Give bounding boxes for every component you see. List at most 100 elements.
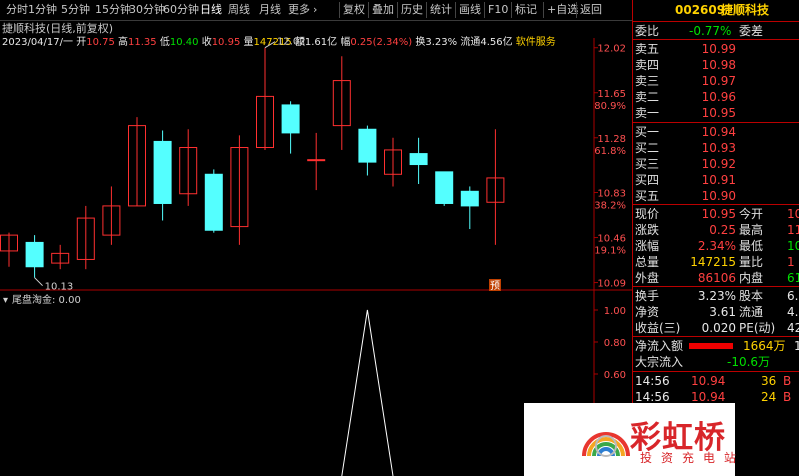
toolbar-action-0[interactable]: 复权 [343,3,365,17]
toolbar-separator [543,2,544,18]
panel-row: 买五 10.90 [633,188,799,204]
bid-label: 买一 [635,125,660,139]
toolbar-action-5[interactable]: F10 [488,3,508,17]
toolbar-action-7[interactable]: +自选 [547,3,578,17]
candle-body [204,173,223,231]
fin-value: 3.23% [697,289,736,303]
panel-row: 收益(三) 0.020 PE(动) 42 [633,320,799,336]
tick-price: 10.94 [691,374,726,388]
toolbar-action-8[interactable]: 返回 [580,3,602,17]
toolbar-separator [511,2,512,18]
net-inflow-value: 1664万 [743,339,786,353]
period-tab-8[interactable]: 月线 [259,3,281,17]
markers-layer: 12.02 10.13 预 [34,37,501,293]
price-tick-label: 11.65 [597,89,626,100]
panel-row: 总量 147215 量比 1 [633,254,799,270]
quote-label: 涨跌 [635,223,660,237]
candle-body [153,140,172,204]
toolbar-separator [426,2,427,18]
high-label: 12.02 [277,37,306,48]
high-pointer [264,41,276,49]
panel-row: 大宗流入 -10.6万 [633,354,799,370]
panel-row: 买二 10.93 [633,140,799,156]
low-label: 10.13 [45,282,74,293]
period-tab-7[interactable]: 周线 [228,3,250,17]
ask-price: 10.98 [701,58,736,72]
fin-label-2: 流通 [739,305,764,319]
panel-row: 涨跌 0.25 最高 11 [633,222,799,238]
period-tab-6[interactable]: 日线 [200,3,222,17]
block-inflow-label: 大宗流入 [635,355,684,369]
net-inflow-extra: 1 [794,339,799,353]
period-tab-2[interactable]: 5分钟 [61,3,90,17]
indicator-spike [341,309,394,476]
panel-divider [633,122,799,123]
bid-price: 10.90 [701,189,736,203]
panel-row: 买一 10.94 [633,124,799,140]
period-tab-0[interactable]: 分时 [6,3,28,17]
pct-tick-label: 80.9% [594,101,626,112]
bid-price: 10.94 [701,125,736,139]
ask-price: 10.99 [701,42,736,56]
period-tab-1[interactable]: 1分钟 [28,3,57,17]
quote-value: 10.95 [701,207,736,221]
net-inflow-bar [689,343,733,349]
period-tab-9[interactable]: 更多 [288,3,310,17]
price-tick-label: 11.28 [597,134,626,145]
fin-label-2: PE(动) [739,321,776,335]
toolbar-action-4[interactable]: 画线 [459,3,481,17]
weicha-label: 委差 [739,24,764,38]
candle-body [281,104,300,134]
fin-value-2: 42 [787,321,799,335]
block-inflow-value: -10.6万 [727,355,771,369]
candle-body [435,171,454,204]
ask-price: 10.95 [701,106,736,120]
quote-label: 总量 [635,255,660,269]
panel-divider [633,336,799,337]
quote-label: 涨幅 [635,239,660,253]
quote-value: 147215 [690,255,736,269]
period-tab-5[interactable]: 60分钟 [163,3,199,17]
pct-tick-label: 38.2% [594,201,626,212]
panel-row: 涨幅 2.34% 最低 10 [633,238,799,254]
toolbar-action-2[interactable]: 历史 [401,3,423,17]
quote-label-2: 今开 [739,207,764,221]
bid-price: 10.93 [701,141,736,155]
tick-time: 14:56 [635,374,670,388]
toolbar-action-6[interactable]: 标记 [515,3,537,17]
ask-label: 卖五 [635,42,660,56]
ask-label: 卖一 [635,106,660,120]
quote-label-2: 内盘 [739,271,764,285]
tick-direction: B [783,374,792,388]
quote-value-2: 11 [787,223,799,237]
indicator-expand-icon[interactable]: ▾ [3,295,8,306]
panel-row: 现价 10.95 今开 10 [633,206,799,222]
ask-label: 卖三 [635,74,660,88]
stock-code: 002609 [675,3,726,17]
period-tab-3[interactable]: 15分钟 [95,3,131,17]
pct-tick-label: 61.8% [594,146,626,157]
panel-row: 卖三 10.97 [633,73,799,89]
quote-value-2: 10 [787,239,799,253]
price-tick-label: 12.02 [597,44,626,55]
quote-value-2: 1 [787,255,795,269]
candle-body [409,153,428,166]
quote-label-2: 最高 [739,223,764,237]
quote-value-2: 61 [787,271,799,285]
panel-row: 净流入额 1664万 1 [633,338,799,354]
toolbar-separator [455,2,456,18]
bid-label: 买二 [635,141,660,155]
fin-label: 收益(三) [635,321,681,335]
ask-price: 10.96 [701,90,736,104]
fin-value: 3.61 [709,305,736,319]
period-tab-4[interactable]: 30分钟 [129,3,165,17]
low-pointer [34,277,43,287]
ask-price: 10.97 [701,74,736,88]
toolbar-action-1[interactable]: 叠加 [372,3,394,17]
quote-label: 外盘 [635,271,660,285]
toolbar-action-3[interactable]: 统计 [430,3,452,17]
ask-label: 卖四 [635,58,660,72]
panel-row: 14:56 10.94 36 B [633,373,799,389]
rainbow-bridge-icon [582,432,630,457]
more-arrow-icon[interactable]: › [313,3,317,17]
